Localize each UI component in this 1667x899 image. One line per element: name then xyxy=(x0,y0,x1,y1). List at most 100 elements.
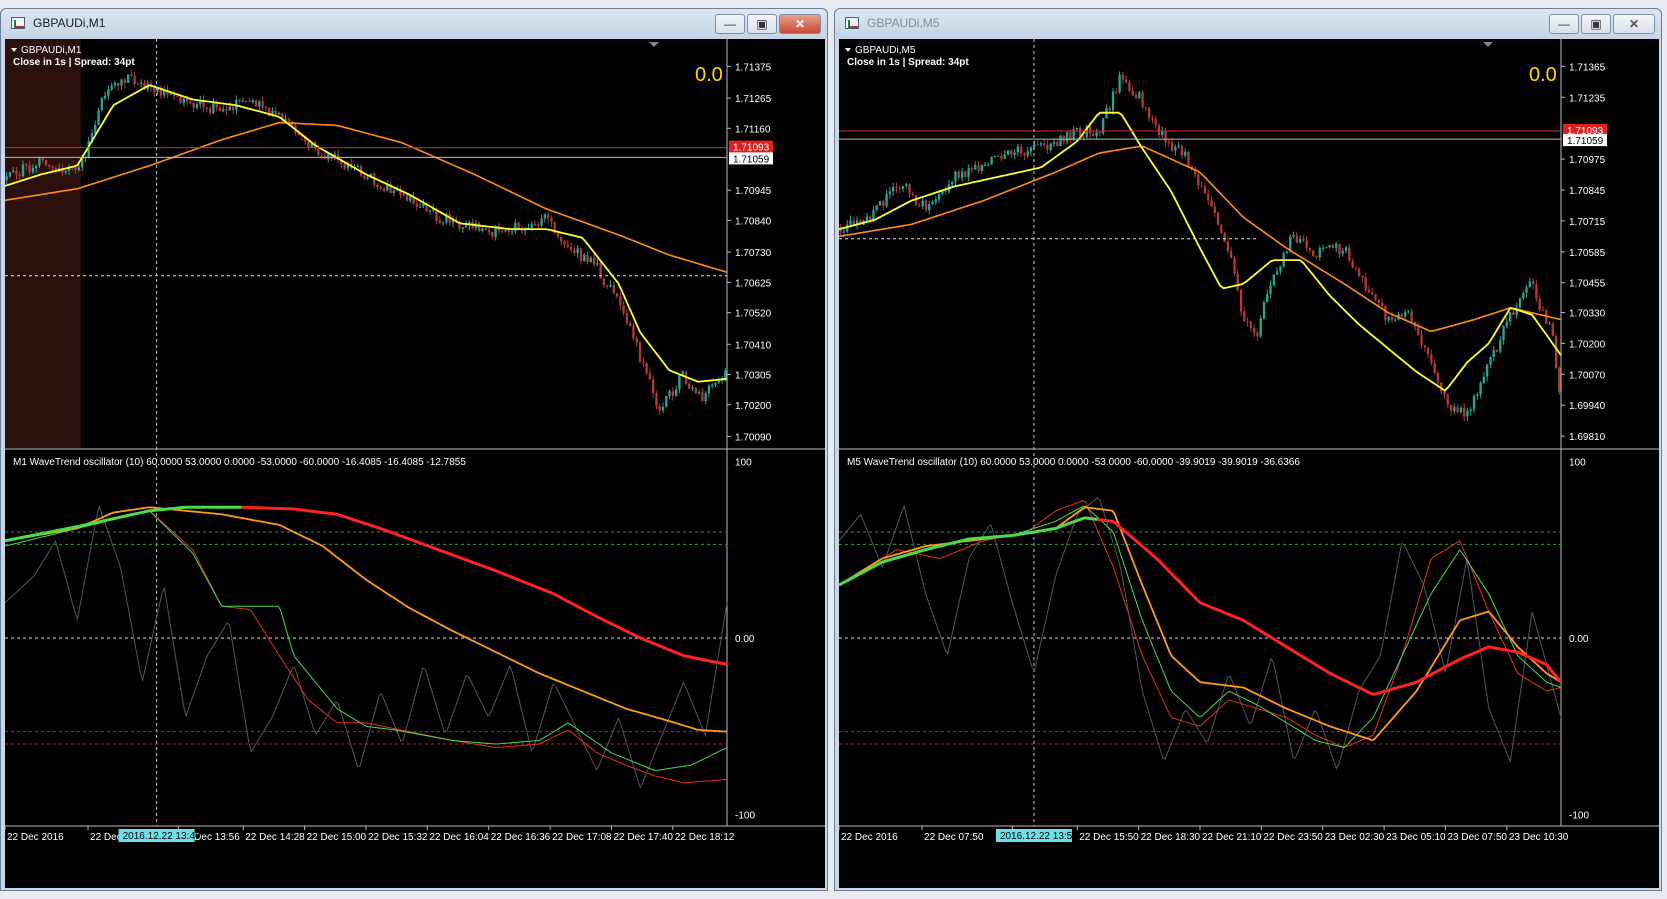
minimize-button[interactable]: — xyxy=(1549,14,1579,34)
candle-body xyxy=(665,396,668,407)
candle-body xyxy=(1502,326,1505,341)
candle-body xyxy=(573,249,576,254)
candle-body xyxy=(501,230,504,232)
candle-body xyxy=(1453,407,1456,412)
candle-body xyxy=(1469,409,1472,411)
time-tick-label: 23 Dec 10:30 xyxy=(1509,832,1569,843)
osc-tick-label: -100 xyxy=(1569,811,1589,822)
time-tick-label: 22 Dec 15:00 xyxy=(307,832,367,843)
price-tick-label: 1.71160 xyxy=(735,124,771,135)
candle-body xyxy=(1000,155,1003,159)
candle-body xyxy=(576,248,579,254)
candle-body xyxy=(1161,131,1164,136)
price-tick-label: 1.70410 xyxy=(735,340,772,351)
price-tick-label: 1.70520 xyxy=(735,309,772,320)
candle-body xyxy=(44,160,48,165)
candle-body xyxy=(1285,251,1289,254)
candle-body xyxy=(1492,349,1495,357)
minimize-button[interactable]: — xyxy=(715,14,745,34)
candle-body xyxy=(382,188,386,191)
price-chart[interactable]: 1.71375 1.71265 1.71160 1.70945 1.70840 1.707… xyxy=(5,39,825,888)
osc-signal-red-line xyxy=(839,500,1562,748)
candle-body xyxy=(464,225,468,228)
candle-body xyxy=(1407,311,1410,313)
candle-body xyxy=(1426,347,1430,355)
candle-body xyxy=(103,95,107,99)
candle-body xyxy=(1384,305,1387,321)
candle-body xyxy=(1325,247,1328,249)
candle-body xyxy=(1331,244,1335,248)
candle-body xyxy=(714,382,717,385)
price-tick-label: 1.70945 xyxy=(735,186,772,197)
candle-body xyxy=(928,204,931,211)
time-tick-label: 22 Dec 2016 xyxy=(7,832,64,843)
candle-body xyxy=(1115,91,1118,93)
candle-body xyxy=(875,205,878,211)
chart-window-m5[interactable]: GBPAUDi,M5 — ▣ ✕ 1.71365 1.71235 1.70975 1.… xyxy=(834,8,1662,891)
candle-body xyxy=(5,176,8,181)
candle-body xyxy=(895,187,898,189)
price-chart[interactable]: 1.71365 1.71235 1.70975 1.70845 1.70715 1.705… xyxy=(839,39,1659,888)
candle-body xyxy=(1338,243,1341,254)
session-shade xyxy=(5,39,81,448)
maximize-button[interactable]: ▣ xyxy=(1581,14,1611,34)
candle-body xyxy=(38,158,41,166)
candle-body xyxy=(189,101,192,104)
candle-body xyxy=(579,248,583,261)
crosshair-price-label: 1.71059 xyxy=(733,154,770,165)
candle-body xyxy=(905,184,908,187)
candle-body xyxy=(169,93,172,95)
candle-body xyxy=(671,391,674,396)
candle-body xyxy=(1269,285,1272,295)
candle-body xyxy=(1403,312,1407,317)
candle-body xyxy=(1472,395,1476,410)
candle-body xyxy=(1216,212,1220,225)
candle-body xyxy=(1275,271,1279,275)
time-tick-label: 22 Dec 16:36 xyxy=(491,832,551,843)
candle-body xyxy=(566,244,569,247)
candle-body xyxy=(1207,193,1210,201)
candle-body xyxy=(1128,82,1131,91)
price-tick-label: 1.71235 xyxy=(1569,93,1606,104)
candle-body xyxy=(632,325,635,339)
candle-body xyxy=(1295,235,1298,243)
candle-body xyxy=(1344,247,1348,251)
candle-body xyxy=(327,153,330,160)
chart-window-icon xyxy=(845,17,859,29)
candle-body xyxy=(707,386,711,394)
candle-body xyxy=(1312,250,1315,256)
candle-body xyxy=(1239,289,1243,312)
chart-window-m1[interactable]: GBPAUDi,M1 — ▣ ✕ 1.71375 1.71265 1.71160 1.… xyxy=(0,8,828,891)
maximize-button[interactable]: ▣ xyxy=(747,14,777,34)
chart-area[interactable]: 1.71365 1.71235 1.70975 1.70845 1.70715 1.705… xyxy=(839,39,1659,888)
candle-body xyxy=(1118,74,1121,93)
osc-momentum-line xyxy=(5,504,728,789)
candle-body xyxy=(1417,326,1420,335)
candle-body xyxy=(415,204,419,208)
candle-body xyxy=(251,100,254,103)
title-bar[interactable]: GBPAUDi,M5 — ▣ ✕ xyxy=(835,9,1661,39)
candle-body xyxy=(51,166,54,169)
candle-body xyxy=(228,106,231,111)
candle-body xyxy=(481,228,484,231)
candle-body xyxy=(619,296,622,306)
close-button[interactable]: ✕ xyxy=(1613,14,1655,34)
candle-body xyxy=(1203,186,1207,194)
candle-body xyxy=(1220,224,1223,233)
chart-window-icon xyxy=(11,17,25,29)
candle-body xyxy=(1449,404,1453,412)
candle-body xyxy=(697,392,701,394)
candle-body xyxy=(691,387,694,389)
candle-body xyxy=(648,373,652,380)
candle-body xyxy=(179,96,182,103)
candle-body xyxy=(1367,289,1371,293)
candle-body xyxy=(1443,391,1446,395)
candle-body xyxy=(668,391,671,397)
close-button[interactable]: ✕ xyxy=(779,14,821,34)
candle-body xyxy=(1335,243,1338,248)
chart-area[interactable]: 1.71375 1.71265 1.71160 1.70945 1.70840 1.707… xyxy=(5,39,825,888)
candle-body xyxy=(1508,311,1512,322)
candle-body xyxy=(31,167,35,173)
candle-body xyxy=(12,170,15,173)
title-bar[interactable]: GBPAUDi,M1 — ▣ ✕ xyxy=(1,9,827,39)
